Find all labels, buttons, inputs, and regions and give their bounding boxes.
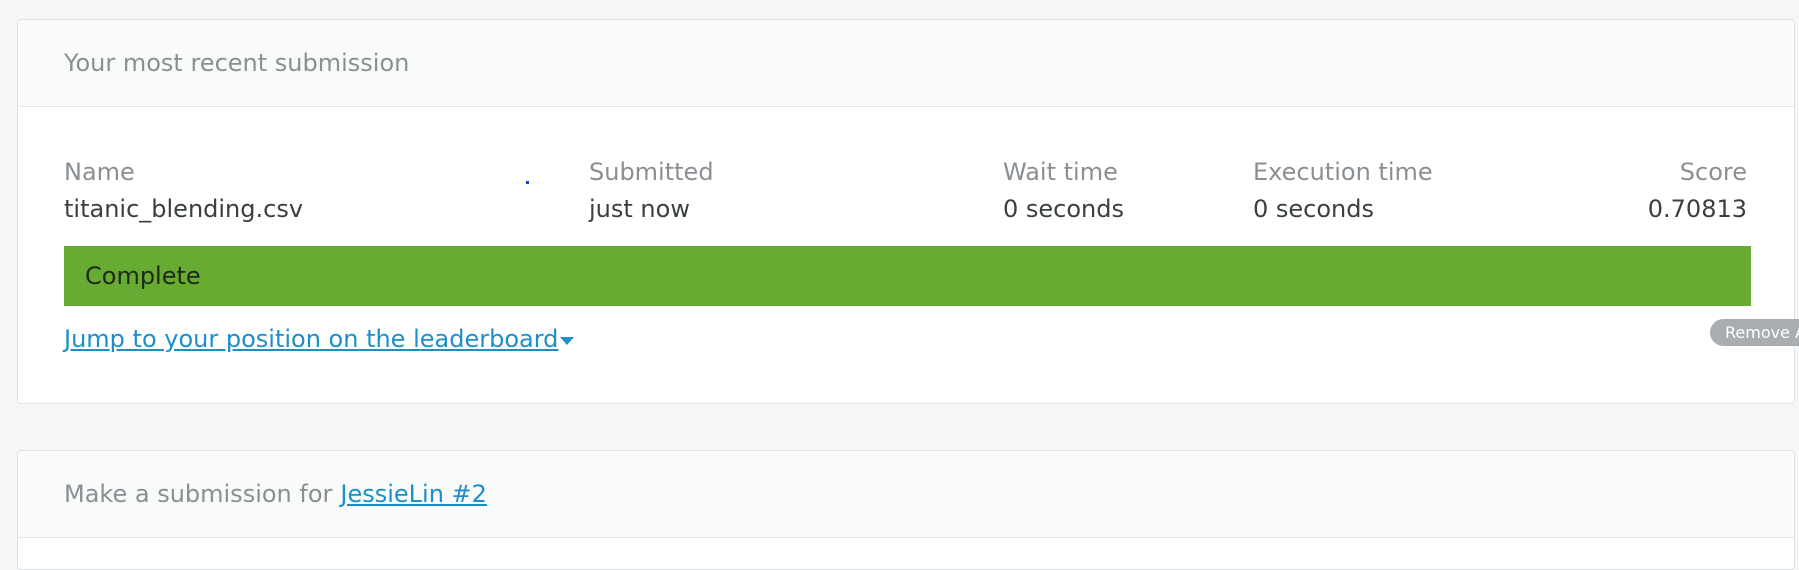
wait-time-column-label: Wait time <box>1003 158 1118 186</box>
wait-time-value: 0 seconds <box>1003 195 1124 223</box>
make-submission-header: Make a submission for JessieLin #2 <box>18 451 1794 538</box>
status-bar-complete: Complete <box>64 246 1751 306</box>
submitted-value: just now <box>589 195 690 223</box>
recent-submission-header: Your most recent submission <box>18 20 1794 107</box>
status-text: Complete <box>85 262 201 290</box>
submission-file-name: titanic_blending.csv <box>64 195 304 223</box>
score-value: 0.70813 <box>1647 195 1747 223</box>
make-submission-card: Make a submission for JessieLin #2 <box>17 450 1795 570</box>
name-column-label: Name <box>64 158 135 186</box>
remove-button[interactable]: Remove A <box>1710 319 1799 346</box>
stray-dot <box>526 181 529 184</box>
jump-link-text: Jump to your position on the leaderboard <box>64 325 559 353</box>
score-column-label: Score <box>1679 158 1747 186</box>
recent-submission-card: Your most recent submission Name Submitt… <box>17 19 1795 404</box>
team-link[interactable]: JessieLin #2 <box>340 480 487 508</box>
execution-time-column-label: Execution time <box>1253 158 1433 186</box>
make-submission-prefix: Make a submission for <box>64 480 333 508</box>
jump-to-leaderboard-link[interactable]: Jump to your position on the leaderboard <box>64 325 575 353</box>
submitted-column-label: Submitted <box>589 158 714 186</box>
remove-button-label: Remove A <box>1725 323 1799 342</box>
caret-down-icon <box>560 336 575 345</box>
execution-time-value: 0 seconds <box>1253 195 1374 223</box>
recent-submission-title: Your most recent submission <box>64 49 410 77</box>
